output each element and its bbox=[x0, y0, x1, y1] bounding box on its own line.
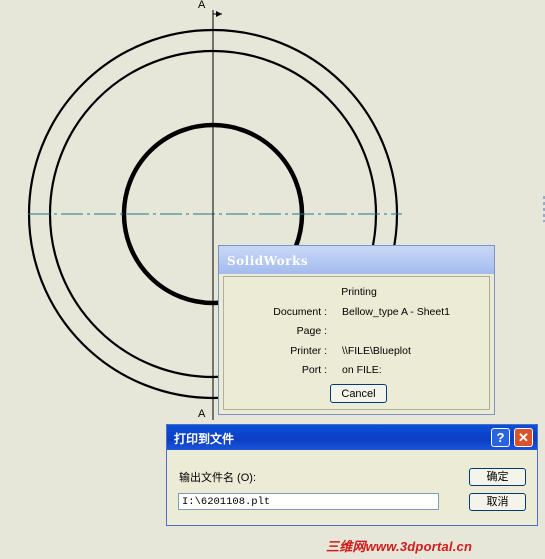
solidworks-printing-dialog: SolidWorks Printing Document : Bellow_ty… bbox=[218, 245, 495, 415]
info-key: Port : bbox=[301, 364, 327, 376]
filename-input[interactable] bbox=[178, 493, 439, 510]
watermark-text: 三维网www.3dportal.cn bbox=[326, 539, 473, 554]
help-button[interactable]: ? bbox=[491, 428, 510, 447]
close-button[interactable]: ✕ bbox=[514, 428, 533, 447]
dialog-body: Printing Document : Bellow_type A - Shee… bbox=[223, 276, 490, 410]
section-arrow-head bbox=[216, 11, 222, 17]
info-key: Document : bbox=[273, 306, 327, 318]
dialog-title: 打印到文件 bbox=[167, 425, 537, 450]
info-value: Bellow_type A - Sheet1 bbox=[342, 306, 450, 318]
info-key: Page : bbox=[296, 325, 327, 337]
section-label-bottom: A bbox=[198, 408, 206, 420]
info-value: on FILE: bbox=[342, 364, 382, 376]
info-row-port: Port : on FILE: bbox=[224, 364, 489, 378]
info-row-page: Page : bbox=[224, 325, 489, 339]
info-key: Printer : bbox=[290, 345, 327, 357]
dialog-title: SolidWorks bbox=[219, 246, 494, 274]
cancel-button[interactable]: Cancel bbox=[330, 384, 387, 403]
ok-button[interactable]: 确定 bbox=[469, 468, 526, 486]
info-row-document: Document : Bellow_type A - Sheet1 bbox=[224, 306, 489, 320]
cancel-button[interactable]: 取消 bbox=[469, 493, 526, 511]
info-value: \\FILE\Blueplot bbox=[342, 345, 411, 357]
info-row-printer: Printer : \\FILE\Blueplot bbox=[224, 345, 489, 359]
filename-label: 输出文件名 (O): bbox=[179, 472, 256, 484]
print-to-file-dialog: 打印到文件 ? ✕ 输出文件名 (O): 确定 取消 bbox=[166, 424, 538, 526]
section-label-top: A bbox=[198, 0, 206, 11]
printing-heading: Printing bbox=[341, 286, 377, 298]
